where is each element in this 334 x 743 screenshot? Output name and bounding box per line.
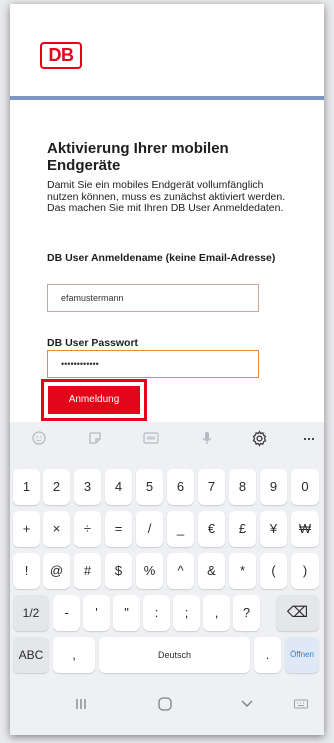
key-page-toggle[interactable]: 1/2 <box>13 595 49 631</box>
key-at[interactable]: @ <box>43 553 70 589</box>
key-comma-sym[interactable]: , <box>203 595 230 631</box>
app-header: DB <box>10 4 324 100</box>
key-caret[interactable]: ^ <box>167 553 194 589</box>
key-exclamation[interactable]: ! <box>13 553 40 589</box>
keyboard-toolbar <box>10 422 324 456</box>
emoji-icon[interactable] <box>30 430 48 448</box>
settings-icon[interactable] <box>250 430 268 448</box>
key-5[interactable]: 5 <box>136 469 163 505</box>
login-button-highlight: Anmeldung <box>41 379 147 421</box>
key-euro[interactable]: € <box>198 511 225 547</box>
key-0[interactable]: 0 <box>291 469 319 505</box>
key-hash[interactable]: # <box>74 553 101 589</box>
key-apostrophe[interactable]: ' <box>83 595 110 631</box>
microphone-icon[interactable] <box>198 430 216 448</box>
key-1[interactable]: 1 <box>13 469 40 505</box>
key-8[interactable]: 8 <box>229 469 256 505</box>
key-3[interactable]: 3 <box>74 469 101 505</box>
password-label: DB User Passwort <box>47 337 139 349</box>
back-icon[interactable] <box>232 696 262 716</box>
logo-text: DB <box>48 45 75 65</box>
key-slash[interactable]: / <box>136 511 163 547</box>
space-bar[interactable]: Deutsch <box>99 637 250 673</box>
page-title: Aktivierung Ihrer mobilen Endgeräte <box>47 140 229 174</box>
key-comma[interactable]: , <box>53 637 95 673</box>
activation-form: Aktivierung Ihrer mobilen Endgeräte Dami… <box>10 100 324 422</box>
key-question[interactable]: ? <box>233 595 260 631</box>
phone-screen: DB Aktivierung Ihrer mobilen Endgeräte D… <box>10 4 324 735</box>
key-abc[interactable]: ABC <box>13 637 49 673</box>
system-navigation-bar <box>10 680 324 735</box>
key-percent[interactable]: % <box>136 553 163 589</box>
backspace-key[interactable]: ⌫ <box>276 595 319 631</box>
key-divide[interactable]: ÷ <box>74 511 101 547</box>
key-7[interactable]: 7 <box>198 469 225 505</box>
key-dollar[interactable]: $ <box>105 553 132 589</box>
password-input[interactable]: •••••••••••• <box>47 350 259 378</box>
key-multiply[interactable]: × <box>43 511 70 547</box>
page-description: Damit Sie ein mobiles Endgerät vollumfän… <box>47 179 286 214</box>
username-label: DB User Anmeldename (keine Email-Adresse… <box>47 252 276 264</box>
key-plus[interactable]: + <box>13 511 40 547</box>
recent-apps-icon[interactable] <box>66 696 96 716</box>
key-2[interactable]: 2 <box>43 469 70 505</box>
username-input[interactable]: efamustermann <box>47 284 259 312</box>
key-equals[interactable]: = <box>105 511 132 547</box>
key-underscore[interactable]: _ <box>167 511 194 547</box>
key-semicolon[interactable]: ; <box>173 595 200 631</box>
key-period[interactable]: . <box>254 637 281 673</box>
key-ampersand[interactable]: & <box>198 553 225 589</box>
key-9[interactable]: 9 <box>260 469 287 505</box>
enter-key[interactable]: Öffnen <box>285 637 319 673</box>
key-yen[interactable]: ¥ <box>260 511 287 547</box>
key-hyphen[interactable]: - <box>53 595 80 631</box>
key-4[interactable]: 4 <box>105 469 132 505</box>
key-pound[interactable]: £ <box>229 511 256 547</box>
db-logo: DB <box>40 42 82 69</box>
home-icon[interactable] <box>150 696 180 716</box>
sticker-icon[interactable] <box>86 430 104 448</box>
keyboard-switch-icon[interactable] <box>286 696 316 716</box>
login-button[interactable]: Anmeldung <box>48 386 140 414</box>
key-quote[interactable]: " <box>113 595 140 631</box>
gif-icon[interactable] <box>142 430 160 448</box>
key-6[interactable]: 6 <box>167 469 194 505</box>
more-icon[interactable] <box>300 430 318 448</box>
key-open-paren[interactable]: ( <box>260 553 287 589</box>
key-close-paren[interactable]: ) <box>291 553 319 589</box>
key-won[interactable]: ₩ <box>291 511 319 547</box>
key-asterisk[interactable]: * <box>229 553 256 589</box>
key-colon[interactable]: : <box>143 595 170 631</box>
